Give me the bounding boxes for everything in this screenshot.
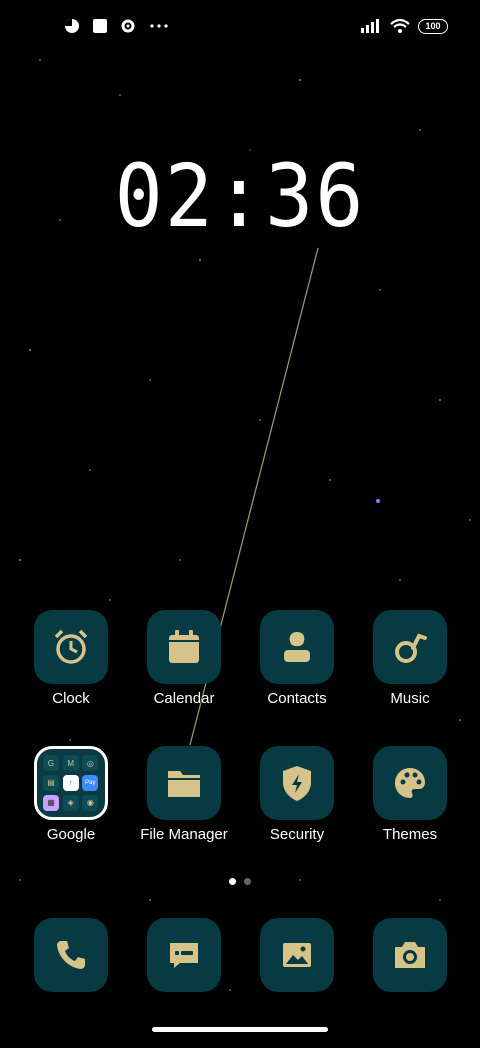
camera-icon	[395, 942, 425, 968]
app-label: Music	[390, 690, 430, 707]
settings-status-icon	[121, 19, 135, 33]
app-label: Themes	[382, 826, 438, 843]
dock-phone[interactable]	[16, 918, 126, 1048]
contacts-icon	[284, 632, 310, 662]
pie-status-icon	[65, 19, 79, 33]
clock-widget[interactable]: 02:36	[0, 146, 480, 246]
app-file-manager[interactable]: File Manager	[129, 746, 239, 876]
home-indicator[interactable]	[152, 1027, 328, 1032]
folder-mini-icon: ◉	[82, 794, 99, 811]
app-google-folder[interactable]: G M ◎ ▤ ↑ Pay ▦ ◈ ◉ Google	[16, 746, 126, 876]
folder-mini-icon: ▤	[43, 774, 59, 791]
palette-icon	[395, 768, 425, 798]
page-dot[interactable]	[244, 878, 251, 885]
folder-mini-icon: ↑	[62, 774, 79, 791]
google-folder-icon: G M ◎ ▤ ↑ Pay ▦ ◈ ◉	[34, 746, 108, 820]
page-dot-active[interactable]	[229, 878, 236, 885]
more-dots-icon	[150, 24, 168, 28]
battery-level: 100	[425, 20, 441, 31]
app-contacts[interactable]: Contacts	[242, 610, 352, 740]
app-label: Clock	[52, 690, 90, 707]
clock-time: 02:36	[114, 146, 366, 247]
app-themes[interactable]: Themes	[355, 746, 465, 876]
folder-mini-icon: ▦	[43, 794, 59, 811]
folder-mini-icon: Pay	[82, 774, 99, 791]
calendar-icon	[169, 630, 199, 663]
app-music[interactable]: Music	[355, 610, 465, 740]
gallery-icon	[283, 943, 311, 967]
shield-bolt-icon	[283, 766, 311, 801]
page-indicator[interactable]	[0, 878, 480, 885]
app-label: File Manager	[140, 826, 228, 843]
app-label: Contacts	[267, 690, 327, 707]
alarm-clock-icon	[54, 629, 88, 664]
wifi-icon	[390, 18, 410, 33]
app-clock[interactable]: Clock	[16, 610, 126, 740]
battery-icon: 100	[418, 18, 448, 34]
phone-icon	[57, 941, 85, 969]
music-icon	[395, 633, 427, 663]
status-bar: 100	[0, 14, 480, 42]
app-security[interactable]: Security	[242, 746, 352, 876]
folder-icon	[168, 771, 200, 797]
app-label: Google	[46, 826, 96, 843]
folder-mini-icon: G	[43, 755, 59, 772]
square-status-icon	[93, 19, 107, 33]
app-label: Security	[269, 826, 325, 843]
app-calendar[interactable]: Calendar	[129, 610, 239, 740]
folder-mini-icon: ◎	[82, 755, 99, 772]
dock-camera[interactable]	[355, 918, 465, 1048]
message-icon	[170, 943, 198, 968]
app-label: Calendar	[153, 690, 215, 707]
folder-mini-icon: M	[62, 755, 79, 772]
signal-icon	[361, 19, 379, 33]
folder-mini-icon: ◈	[62, 794, 79, 811]
